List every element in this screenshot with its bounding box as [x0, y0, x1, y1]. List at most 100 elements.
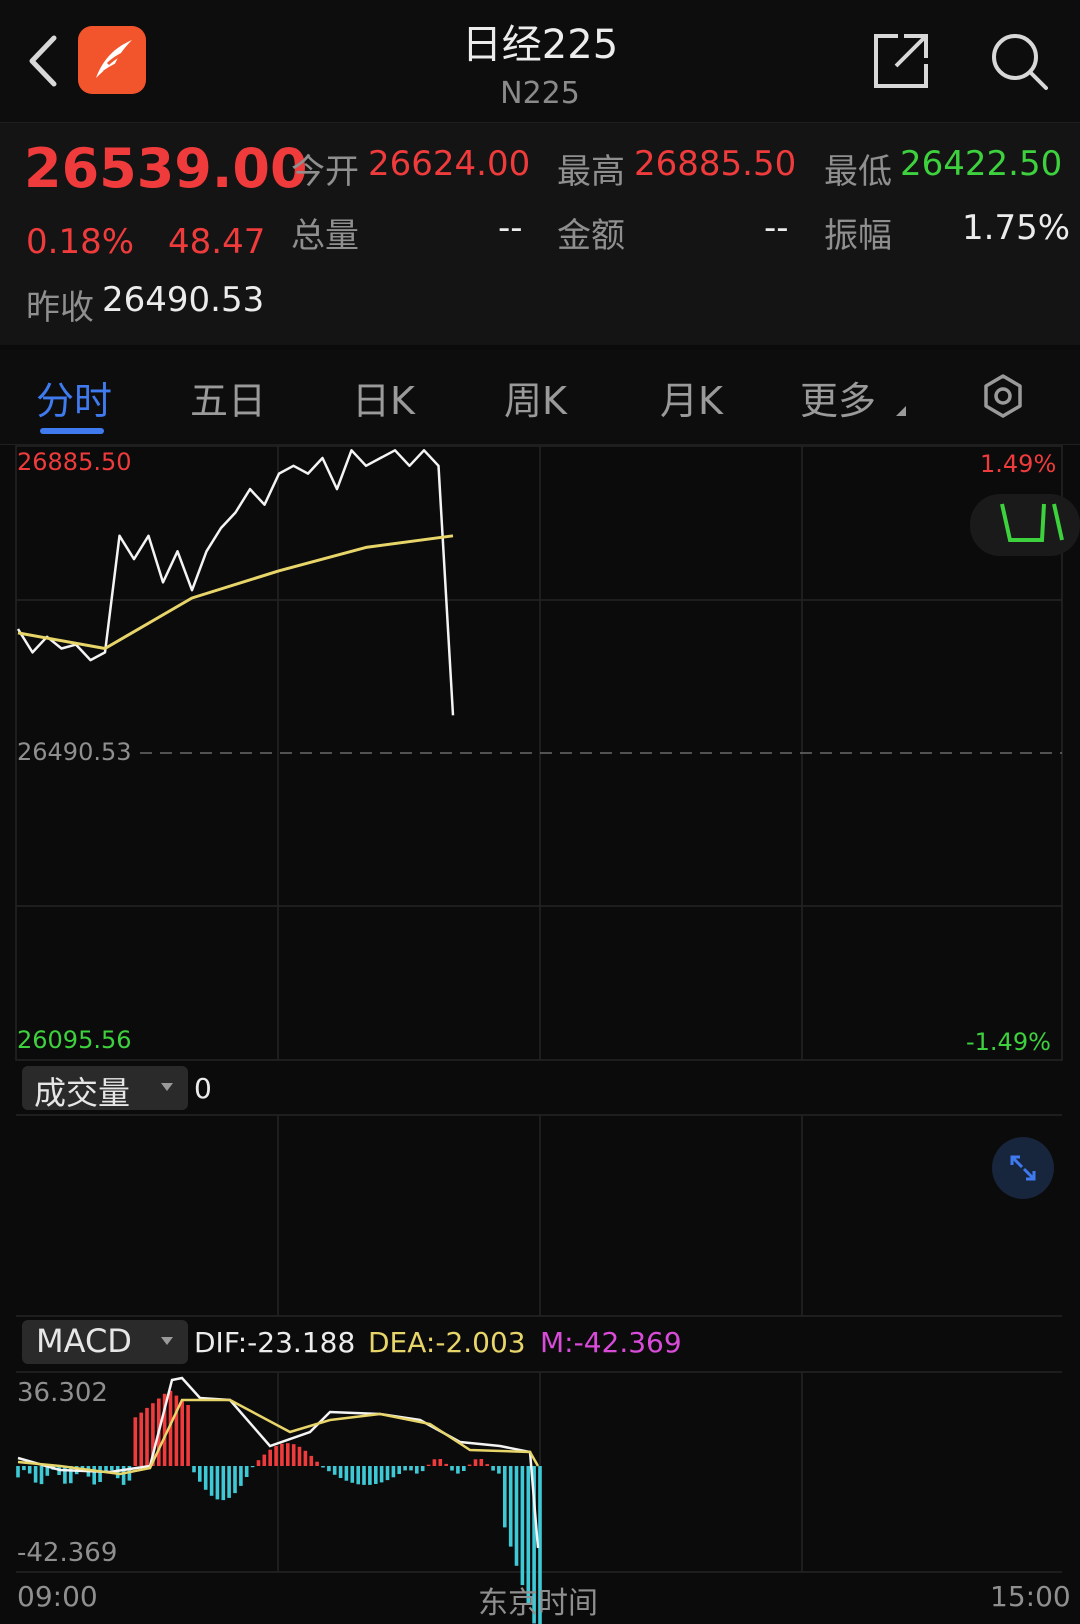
- price-series-line: [16, 449, 455, 716]
- tab-daily-k[interactable]: 日K: [352, 370, 415, 425]
- tab-monthly-k[interactable]: 月K: [660, 370, 723, 425]
- macd-histogram-bar: [514, 1466, 519, 1566]
- macd-histogram-bar: [356, 1466, 360, 1485]
- macd-indicator-select[interactable]: MACD: [22, 1320, 188, 1364]
- chevron-down-icon: [161, 1337, 173, 1345]
- macd-histogram-bar: [432, 1459, 437, 1466]
- feather-logo-icon: [96, 40, 132, 78]
- macd-histogram-bar: [338, 1466, 343, 1478]
- macd-histogram-bar: [233, 1466, 237, 1494]
- macd-histogram-bar: [444, 1463, 448, 1466]
- share-icon[interactable]: [868, 28, 934, 94]
- axis-bottom-percent: -1.49%: [966, 1028, 1051, 1056]
- back-icon[interactable]: [20, 26, 70, 96]
- macd-histogram-bar: [139, 1412, 143, 1466]
- macd-histogram-bar: [16, 1466, 20, 1478]
- macd-histogram-bar: [27, 1466, 32, 1474]
- macd-histogram-bar: [239, 1466, 243, 1486]
- axis-reference-price: 26490.53: [17, 738, 132, 766]
- macd-histogram-bar: [520, 1466, 525, 1586]
- macd-histogram-bar: [350, 1466, 355, 1483]
- amplitude-label: 振幅: [824, 216, 892, 256]
- amplitude-value: 1.75%: [962, 208, 1071, 248]
- expand-button[interactable]: [992, 1137, 1054, 1199]
- chevron-down-icon: [161, 1083, 173, 1091]
- high-value: 26885.50: [634, 144, 797, 184]
- axis-top-price: 26885.50: [17, 448, 132, 476]
- low-label: 最低: [824, 152, 892, 192]
- macd-histogram-bar: [192, 1466, 196, 1473]
- macd-histogram-bar: [33, 1466, 38, 1483]
- macd-histogram-bar: [456, 1466, 460, 1474]
- tab-more[interactable]: 更多: [800, 370, 876, 425]
- macd-histogram-bar: [174, 1395, 179, 1466]
- prev-close-value: 26490.53: [102, 280, 265, 320]
- open-label: 今开: [291, 152, 359, 192]
- volume-value: --: [498, 208, 523, 248]
- macd-histogram-bar: [321, 1466, 325, 1468]
- macd-histogram-bar: [503, 1466, 507, 1528]
- macd-axis-top: 36.302: [17, 1378, 108, 1408]
- chart-mode-toggle[interactable]: [970, 494, 1080, 556]
- volume-label: 总量: [291, 216, 359, 256]
- macd-histogram-bar: [250, 1466, 255, 1468]
- macd-histogram-bar: [485, 1464, 489, 1466]
- time-axis-start: 09:00: [17, 1580, 98, 1613]
- macd-histogram-bar: [227, 1466, 231, 1498]
- open-value: 26624.00: [368, 144, 531, 184]
- macd-histogram-bar: [309, 1455, 314, 1466]
- macd-histogram-bar: [180, 1400, 184, 1466]
- macd-histogram-bar: [426, 1464, 431, 1466]
- tab-five-day[interactable]: 五日: [190, 370, 266, 425]
- macd-histogram-bar: [198, 1466, 202, 1482]
- active-tab-indicator: [40, 428, 104, 434]
- high-label: 最高: [557, 152, 625, 192]
- macd-histogram-bar: [362, 1466, 366, 1485]
- settings-icon[interactable]: [980, 373, 1026, 419]
- macd-histogram-bar: [497, 1466, 501, 1474]
- macd-histogram-bar: [268, 1449, 272, 1466]
- time-axis-center: 东京时间: [478, 1586, 598, 1621]
- amount-label: 金额: [557, 216, 625, 256]
- volume-indicator-select[interactable]: 成交量: [22, 1066, 188, 1112]
- macd-histogram-bar: [98, 1466, 102, 1482]
- macd-histogram-bar: [479, 1459, 484, 1466]
- macd-histogram-bar: [491, 1466, 495, 1471]
- macd-histogram-bar: [508, 1466, 513, 1547]
- volume-grid: [16, 1114, 1062, 1317]
- macd-histogram-bar: [368, 1466, 372, 1485]
- macd-histogram-bar: [467, 1464, 472, 1466]
- app-logo: [78, 26, 146, 94]
- change-amount: 48.47: [168, 222, 266, 262]
- low-value: 26422.50: [900, 144, 1063, 184]
- page-subtitle: N225: [500, 76, 580, 111]
- macd-histogram-bar: [280, 1443, 284, 1466]
- expand-icon: [1010, 1155, 1036, 1181]
- macd-histogram-bar: [274, 1446, 278, 1466]
- macd-histogram-bar: [262, 1454, 267, 1466]
- time-axis-end: 15:00: [990, 1580, 1071, 1613]
- macd-histogram-bar: [39, 1466, 44, 1485]
- macd-histogram-bar: [379, 1466, 384, 1483]
- average-price-line: [17, 534, 454, 650]
- macd-histogram-bar: [256, 1460, 261, 1466]
- volume-select-label: 成交量: [34, 1074, 131, 1112]
- macd-histogram-bar: [221, 1466, 226, 1501]
- macd-m: M:-42.369: [540, 1326, 682, 1359]
- macd-histogram-bar: [303, 1450, 308, 1466]
- macd-histogram-bar: [409, 1466, 413, 1471]
- macd-histogram-bar: [186, 1405, 190, 1466]
- macd-histogram-bar: [22, 1466, 26, 1471]
- macd-select-label: MACD: [36, 1322, 132, 1360]
- macd-histogram-bar: [244, 1466, 249, 1477]
- search-icon[interactable]: [986, 28, 1052, 94]
- tab-weekly-k[interactable]: 周K: [504, 370, 567, 425]
- last-price: 26539.00: [24, 137, 308, 200]
- macd-histogram-bar: [450, 1466, 454, 1471]
- macd-histogram-bar: [438, 1459, 443, 1466]
- tab-intraday[interactable]: 分时: [36, 370, 112, 425]
- macd-histogram-bar: [297, 1446, 302, 1466]
- macd-histogram-bar: [92, 1466, 96, 1485]
- more-dropdown-icon: [896, 406, 906, 416]
- macd-histogram-bar: [344, 1466, 349, 1481]
